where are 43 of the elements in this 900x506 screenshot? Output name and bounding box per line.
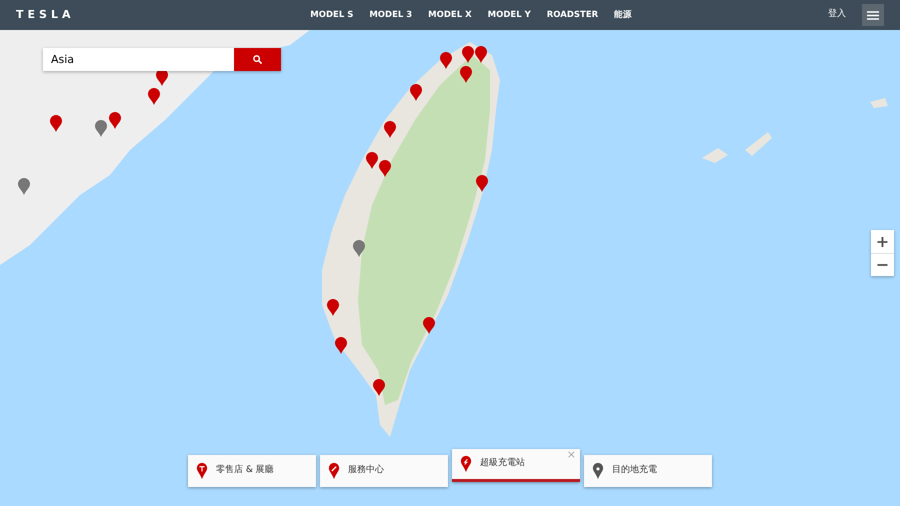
menu-icon — [867, 10, 879, 20]
map-pin-icon[interactable] — [373, 379, 385, 396]
map-pin-icon[interactable] — [18, 178, 30, 195]
map-pin-icon[interactable] — [50, 115, 62, 132]
search-icon — [253, 55, 262, 64]
map-pin-icon[interactable] — [384, 121, 396, 138]
nav-link[interactable]: ROADSTER — [546, 8, 598, 22]
map-pin-icon[interactable] — [335, 337, 347, 354]
nav-link[interactable]: MODEL X — [428, 8, 472, 22]
map-pin-icon[interactable] — [148, 88, 160, 105]
nav-link[interactable]: MODEL 3 — [369, 8, 412, 22]
map-pin-icon[interactable] — [410, 84, 422, 101]
map-pin-icon[interactable] — [156, 69, 168, 86]
map-pin-icon[interactable] — [440, 52, 452, 69]
legend-filter-tab[interactable]: 服務中心 — [320, 455, 448, 487]
map-pin-icon[interactable] — [476, 175, 488, 192]
map-pin-icon[interactable] — [460, 66, 472, 83]
map-pin-icon[interactable] — [95, 120, 107, 137]
search-button[interactable] — [234, 48, 281, 71]
store-pin-icon — [196, 462, 208, 480]
destination-pin-icon — [592, 462, 604, 480]
legend-filter-tab[interactable]: 超級充電站 × — [452, 449, 580, 482]
tesla-logo[interactable]: TESLA — [16, 6, 74, 24]
legend-filter-tab[interactable]: 零售店 & 展廳 — [188, 455, 316, 487]
charger-pin-icon — [460, 455, 472, 473]
map-pin-icon[interactable] — [462, 46, 474, 63]
map-pin-icon[interactable] — [379, 160, 391, 177]
nav-link[interactable]: 能源 — [614, 8, 632, 22]
map-pin-icon[interactable] — [366, 152, 378, 169]
map-pin-icon[interactable] — [109, 112, 121, 129]
map-pin-icon[interactable] — [353, 240, 365, 257]
search-field[interactable]: Asia — [43, 48, 234, 71]
zoom-out-button[interactable]: − — [871, 253, 894, 276]
service-pin-icon — [328, 462, 340, 480]
map-pin-icon[interactable] — [423, 317, 435, 334]
legend-filter-tab[interactable]: 目的地充電 — [584, 455, 712, 487]
nav-link[interactable]: MODEL Y — [488, 8, 531, 22]
map-pin-icon[interactable] — [327, 299, 339, 316]
map-pin-icon[interactable] — [475, 46, 487, 63]
zoom-in-button[interactable]: + — [871, 230, 894, 253]
menu-button[interactable] — [862, 4, 884, 26]
nav-link[interactable]: MODEL S — [310, 8, 354, 22]
sign-in-link[interactable]: 登入 — [828, 8, 846, 22]
